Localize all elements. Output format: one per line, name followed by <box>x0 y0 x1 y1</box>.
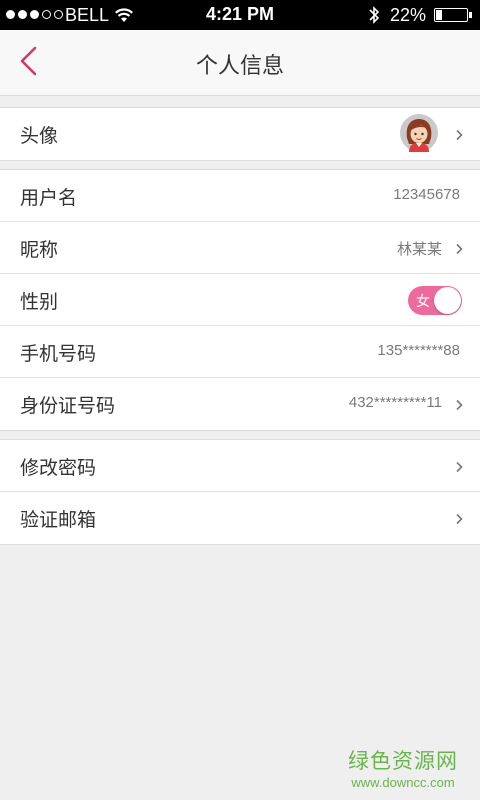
verify-email-label: 验证邮箱 <box>20 509 97 531</box>
nickname-value: 林某某 <box>396 240 442 258</box>
phone-label: 手机号码 <box>20 343 97 365</box>
gender-toggle-text: 女 <box>416 294 430 310</box>
navigation-bar: 个人信息 <box>0 30 480 96</box>
page-title: 个人信息 <box>195 54 284 79</box>
change-password-row[interactable]: 修改密码 <box>0 440 480 492</box>
chevron-right-icon <box>456 513 463 525</box>
username-row: 用户名 12345678 <box>0 170 480 222</box>
security-group: 修改密码 验证邮箱 <box>0 439 480 545</box>
nickname-label: 昵称 <box>20 239 59 261</box>
gender-row: 性别 女 <box>0 274 480 326</box>
status-bar: BELL 4:21 PM 22% <box>0 0 480 30</box>
watermark: 绿色资源网 www.downcc.com <box>348 745 458 790</box>
avatar-label: 头像 <box>20 125 59 147</box>
battery-icon <box>434 8 472 22</box>
username-value: 12345678 <box>393 186 460 203</box>
id-number-label: 身份证号码 <box>20 395 116 417</box>
chevron-right-icon <box>456 243 463 255</box>
chevron-right-icon <box>456 129 463 141</box>
gender-toggle[interactable]: 女 <box>408 286 462 315</box>
phone-value: 135*******88 <box>377 342 460 359</box>
avatar-row[interactable]: 头像 <box>0 108 480 160</box>
battery-percent: 22% <box>390 5 427 25</box>
avatar-girl-icon <box>400 114 438 152</box>
id-number-row[interactable]: 身份证号码 432*********11 <box>0 378 480 430</box>
watermark-title: 绿色资源网 <box>348 749 458 773</box>
chevron-right-icon <box>456 399 463 411</box>
nickname-row[interactable]: 昵称 林某某 <box>0 222 480 274</box>
id-number-value: 432*********11 <box>348 394 442 411</box>
watermark-url: www.downcc.com <box>351 775 455 790</box>
profile-group: 用户名 12345678 昵称 林某某 性别 女 手机号码 135*******… <box>0 169 480 431</box>
verify-email-row[interactable]: 验证邮箱 <box>0 492 480 544</box>
phone-row: 手机号码 135*******88 <box>0 326 480 378</box>
change-password-label: 修改密码 <box>20 457 97 479</box>
username-label: 用户名 <box>20 187 78 209</box>
gender-label: 性别 <box>20 291 59 313</box>
avatar-group: 头像 <box>0 107 480 161</box>
chevron-right-icon <box>456 461 463 473</box>
bluetooth-icon <box>369 6 380 24</box>
toggle-knob <box>434 287 461 314</box>
